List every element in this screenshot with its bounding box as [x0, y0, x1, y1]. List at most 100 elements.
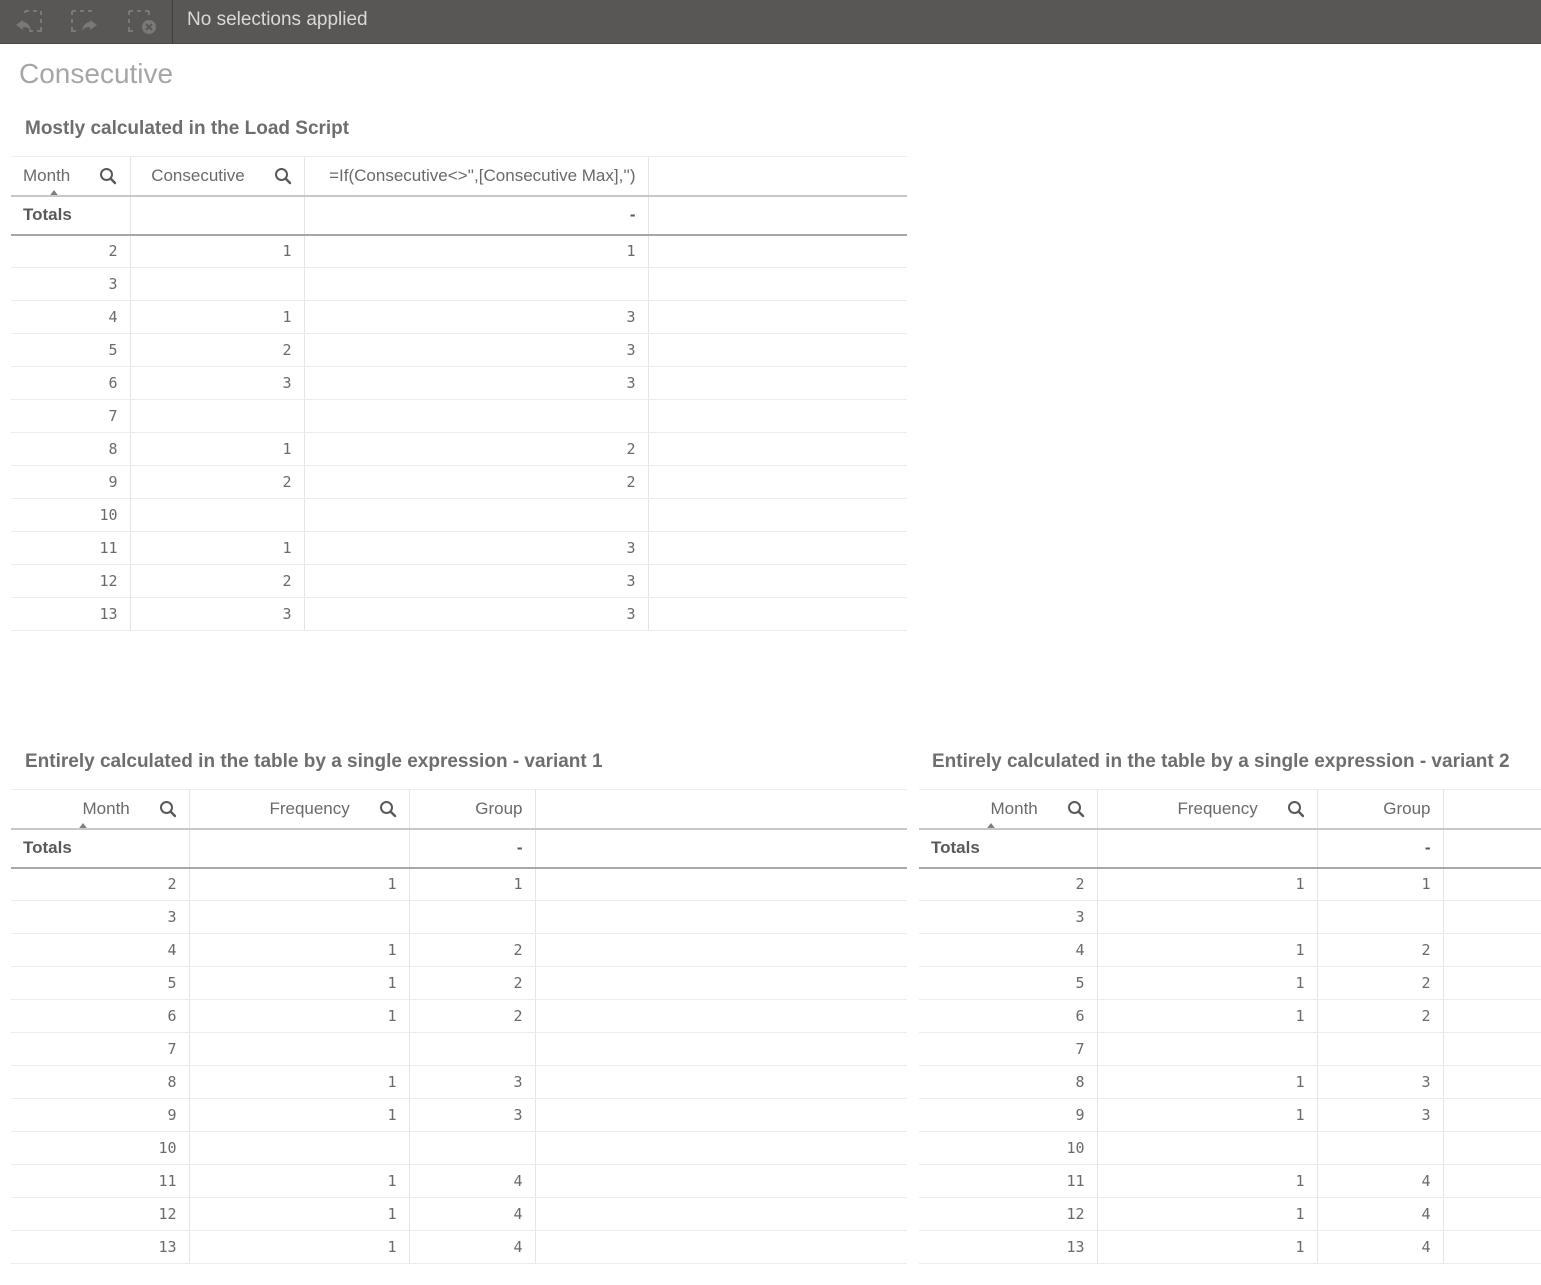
empty-cell: [534, 999, 907, 1033]
month-cell[interactable]: 4: [11, 300, 130, 334]
month-cell[interactable]: 7: [919, 1032, 1097, 1066]
empty-cell: [534, 1131, 907, 1165]
empty-cell: [647, 267, 907, 301]
search-icon[interactable]: [379, 800, 397, 818]
month-cell[interactable]: 8: [11, 432, 130, 466]
search-icon[interactable]: [274, 167, 292, 185]
step-back-button[interactable]: [11, 6, 45, 36]
empty-cell: [534, 1164, 907, 1198]
empty-column: [1442, 789, 1541, 830]
value-cell: 1: [1096, 1197, 1317, 1231]
empty-cell: [1442, 933, 1541, 967]
month-cell[interactable]: 5: [919, 966, 1097, 1000]
value-cell: [303, 498, 648, 532]
month-cell[interactable]: 12: [11, 564, 130, 598]
empty-cell: [647, 195, 907, 236]
totals-label: Totals: [11, 195, 130, 236]
table-row: 13 1 4: [11, 1230, 907, 1264]
column-header-frequency[interactable]: Frequency: [1096, 789, 1317, 830]
month-cell[interactable]: 9: [11, 465, 130, 499]
column-header-label: Group: [475, 799, 523, 818]
month-cell[interactable]: 11: [11, 1164, 189, 1198]
empty-cell: [534, 1230, 907, 1264]
column-header-month[interactable]: Month: [11, 789, 189, 830]
month-cell[interactable]: 4: [919, 933, 1097, 967]
month-cell[interactable]: 10: [11, 1131, 189, 1165]
month-cell[interactable]: 8: [919, 1065, 1097, 1099]
month-cell[interactable]: 12: [919, 1197, 1097, 1231]
month-cell[interactable]: 13: [11, 597, 130, 631]
column-header-label: Month: [82, 799, 130, 818]
month-cell[interactable]: 8: [11, 1065, 189, 1099]
value-cell: 1: [129, 234, 304, 268]
column-header-group[interactable]: Group: [1316, 789, 1443, 830]
search-icon[interactable]: [159, 800, 177, 818]
value-cell: 1: [129, 531, 304, 565]
month-cell[interactable]: 2: [11, 234, 130, 268]
table-row: 913: [919, 1098, 1541, 1132]
column-header-consecutive[interactable]: Consecutive: [129, 156, 304, 197]
value-cell: [1096, 1032, 1317, 1066]
month-cell[interactable]: 3: [11, 267, 130, 301]
month-cell[interactable]: 6: [11, 999, 189, 1033]
month-cell[interactable]: 4: [11, 933, 189, 967]
empty-cell: [1442, 1098, 1541, 1132]
empty-cell: [647, 399, 907, 433]
empty-cell: [1442, 1131, 1541, 1165]
empty-cell: [647, 498, 907, 532]
month-cell[interactable]: 6: [11, 366, 130, 400]
month-cell[interactable]: 5: [11, 966, 189, 1000]
month-cell[interactable]: 5: [11, 333, 130, 367]
month-cell[interactable]: 6: [919, 999, 1097, 1033]
column-header-expression[interactable]: =If(Consecutive<>'',[Consecutive Max],''…: [303, 156, 648, 197]
table-row: 412: [919, 933, 1541, 967]
value-cell: 4: [1316, 1230, 1443, 1264]
month-cell[interactable]: 7: [11, 399, 130, 433]
column-header-frequency[interactable]: Frequency: [188, 789, 409, 830]
month-cell[interactable]: 3: [919, 900, 1097, 934]
sheet-title: Consecutive: [19, 58, 174, 89]
value-cell: [408, 1032, 535, 1066]
empty-cell: [534, 828, 907, 869]
month-cell[interactable]: 2: [11, 867, 189, 901]
search-icon[interactable]: [1067, 800, 1085, 818]
month-cell[interactable]: 3: [11, 900, 189, 934]
value-cell: 4: [408, 1197, 535, 1231]
value-cell: 3: [303, 300, 648, 334]
month-cell[interactable]: 10: [11, 498, 130, 532]
column-header-month[interactable]: Month: [11, 156, 130, 197]
value-cell: [129, 399, 304, 433]
month-cell[interactable]: 11: [11, 531, 130, 565]
month-cell[interactable]: 12: [11, 1197, 189, 1231]
value-cell: 1: [188, 867, 409, 901]
month-cell[interactable]: 9: [919, 1098, 1097, 1132]
table1-title: Mostly calculated in the Load Script: [25, 118, 350, 139]
empty-cell: [534, 1065, 907, 1099]
clear-selections-button[interactable]: [125, 6, 159, 36]
month-cell[interactable]: 13: [11, 1230, 189, 1264]
value-cell: 1: [188, 1164, 409, 1198]
month-cell[interactable]: 2: [919, 867, 1097, 901]
search-icon[interactable]: [1287, 800, 1305, 818]
column-header-label: Month: [990, 799, 1038, 818]
month-cell[interactable]: 9: [11, 1098, 189, 1132]
empty-cell: [647, 234, 907, 268]
month-cell[interactable]: 7: [11, 1032, 189, 1066]
value-cell: [303, 267, 648, 301]
column-header-month[interactable]: Month: [919, 789, 1097, 830]
step-forward-button[interactable]: [68, 6, 102, 36]
table-row: 7: [11, 1032, 907, 1066]
table-row: 7: [919, 1032, 1541, 1066]
month-cell[interactable]: 13: [919, 1230, 1097, 1264]
table-row: 13 1 4: [919, 1230, 1541, 1264]
sort-ascending-icon: [984, 823, 997, 827]
value-cell: 2: [129, 465, 304, 499]
table-row: 813: [919, 1065, 1541, 1099]
month-cell[interactable]: 10: [919, 1131, 1097, 1165]
search-icon[interactable]: [99, 167, 117, 185]
empty-cell: [1442, 1230, 1541, 1264]
table-row: 523: [11, 333, 907, 367]
column-header-group[interactable]: Group: [408, 789, 535, 830]
month-cell[interactable]: 11: [919, 1164, 1097, 1198]
value-cell: 1: [303, 234, 648, 268]
